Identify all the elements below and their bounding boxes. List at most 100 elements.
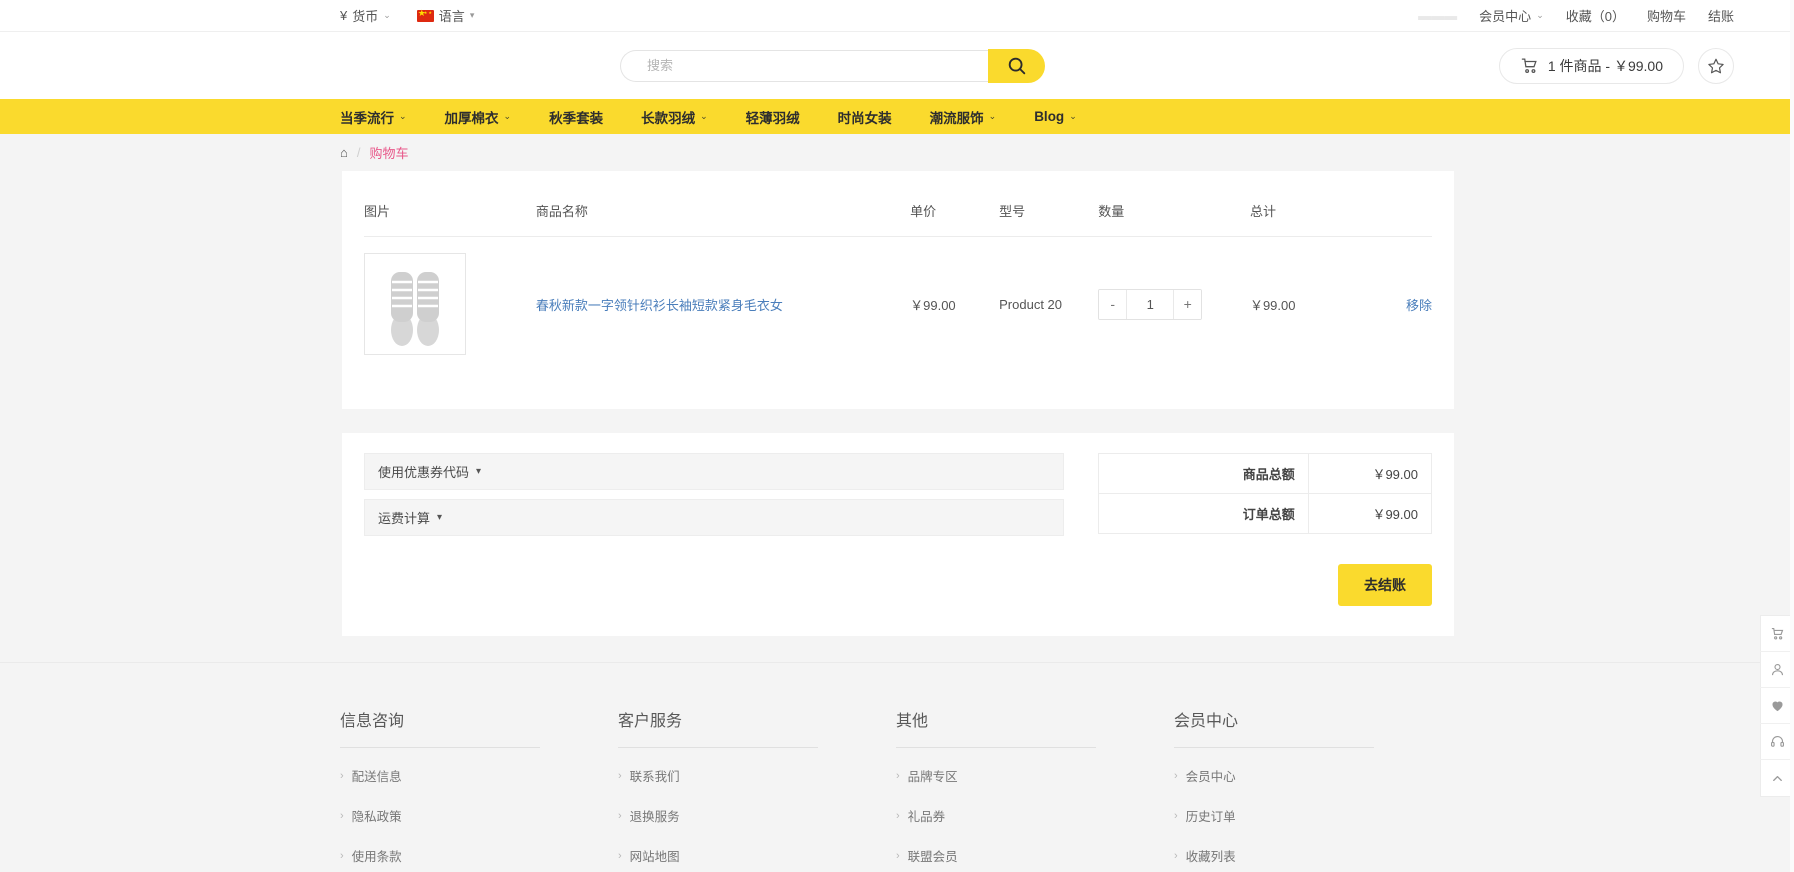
back-to-top-button[interactable] — [1760, 760, 1794, 796]
cart-summary-label: 1 件商品 - ￥99.00 — [1547, 57, 1663, 74]
wishlist-link[interactable]: 收藏（0） — [1566, 6, 1625, 25]
chevron-right-icon: › — [1174, 769, 1178, 782]
account-menu[interactable]: 会员中心 ⌄ — [1479, 6, 1544, 25]
chevron-right-icon: › — [340, 849, 344, 862]
quantity-increase-button[interactable]: + — [1173, 289, 1202, 319]
header-model: 型号 — [999, 193, 1099, 237]
checkout-link[interactable]: 结账 — [1708, 6, 1734, 25]
footer-link[interactable]: › 网站地图 — [618, 846, 896, 865]
footer-link[interactable]: › 退换服务 — [618, 806, 896, 825]
header-image: 图片 — [364, 193, 536, 237]
chevron-down-icon: ⌄ — [1536, 10, 1544, 20]
cart-link[interactable]: 购物车 — [1647, 6, 1686, 25]
subtotal-label: 商品总额 — [1098, 453, 1309, 494]
cart-icon — [1771, 627, 1783, 640]
nav-item-blog[interactable]: Blog ⌄ — [1034, 109, 1077, 124]
footer-link[interactable]: › 会员中心 — [1174, 766, 1452, 785]
footer-link-label: 联系我们 — [629, 770, 680, 784]
search-box[interactable] — [620, 49, 988, 82]
coupon-accordion[interactable]: 使用优惠券代码 ▾ — [364, 453, 1064, 490]
footer-link[interactable]: › 收藏列表 — [1174, 846, 1452, 865]
remove-item-button[interactable]: 移除 — [1406, 298, 1432, 313]
footer-link-label: 配送信息 — [351, 770, 402, 784]
product-name-link[interactable]: 春秋新款一字领针织衫长袖短款紧身毛衣女 — [536, 298, 783, 313]
nav-item-5[interactable]: 时尚女装 — [838, 107, 892, 127]
cart-link-label: 购物车 — [1646, 9, 1686, 24]
cart-summary-button[interactable]: 1 件商品 - ￥99.00 — [1498, 47, 1684, 84]
caret-down-icon: ▾ — [469, 10, 475, 20]
account-menu-label: 会员中心 — [1479, 9, 1532, 24]
currency-label: 货币 — [352, 9, 379, 24]
floating-account-button[interactable] — [1760, 652, 1794, 688]
footer-link[interactable]: › 使用条款 — [340, 846, 618, 865]
nav-item-label: 潮流服饰 — [929, 110, 984, 126]
header-total: 总计 — [1249, 193, 1362, 237]
header-qty: 数量 — [1098, 193, 1250, 237]
chevron-right-icon: › — [618, 809, 622, 822]
currency-selector[interactable]: ¥ 货币 ⌄ — [340, 6, 391, 25]
search-area — [620, 48, 1045, 83]
quantity-input[interactable] — [1127, 289, 1174, 319]
footer-link[interactable]: › 配送信息 — [340, 766, 618, 785]
search-button[interactable] — [988, 48, 1045, 83]
caret-down-icon: ▾ — [437, 512, 443, 523]
ordertotal-label: 订单总额 — [1098, 493, 1309, 534]
search-icon — [1008, 57, 1025, 74]
main-content: 图片 商品名称 单价 型号 数量 总计 春秋新款一字领针织衫长袖短款紧身毛衣女 … — [0, 171, 1794, 662]
nav-item-label: 秋季套装 — [549, 110, 604, 126]
product-thumbnail[interactable] — [364, 253, 466, 355]
footer-link[interactable]: › 礼品券 — [896, 806, 1174, 825]
footer-column-other: 其他 › 品牌专区 › 礼品券 › 联盟会员 › 特别优惠 — [896, 707, 1174, 872]
cart-summary-panel: 使用优惠券代码 ▾ 运费计算 ▾ 商品总额 ￥99.00 订单总额 ￥99.00… — [342, 433, 1454, 636]
nav-item-0[interactable]: 当季流行 ⌄ — [340, 107, 407, 127]
chevron-right-icon: › — [618, 849, 622, 862]
cn-flag-icon — [416, 7, 434, 22]
placeholder-text: ▬▬▬ — [1418, 8, 1458, 23]
nav-item-1[interactable]: 加厚棉衣 ⌄ — [445, 107, 512, 127]
chevron-down-icon: ⌄ — [399, 111, 407, 121]
subtotal-value: ￥99.00 — [1307, 453, 1433, 494]
cart-icon — [1521, 58, 1537, 74]
nav-item-2[interactable]: 秋季套装 — [549, 107, 603, 127]
footer-link[interactable]: › 品牌专区 — [896, 766, 1174, 785]
shipping-accordion[interactable]: 运费计算 ▾ — [364, 499, 1064, 536]
chevron-down-icon: ⌄ — [383, 10, 391, 20]
footer-link[interactable]: › 历史订单 — [1174, 806, 1452, 825]
floating-cart-button[interactable] — [1760, 616, 1794, 652]
cell-price: ￥99.00 — [910, 297, 956, 313]
quantity-decrease-button[interactable]: - — [1099, 289, 1128, 319]
footer-link-label: 退换服务 — [629, 810, 680, 824]
home-icon[interactable]: ⌂ — [340, 145, 348, 160]
nav-item-label: 长款羽绒 — [641, 110, 696, 126]
shipping-accordion-label: 运费计算 — [378, 511, 431, 526]
footer-link-label: 收藏列表 — [1185, 850, 1236, 864]
nav-item-3[interactable]: 长款羽绒 ⌄ — [641, 107, 708, 127]
wishlist-button[interactable] — [1698, 47, 1734, 84]
footer-column-title: 会员中心 — [1174, 707, 1374, 748]
cell-image — [364, 237, 536, 372]
header-price: 单价 — [910, 193, 1000, 237]
cell-total: ￥99.00 — [1249, 297, 1296, 313]
nav-item-label: 时尚女装 — [837, 110, 892, 126]
nav-item-6[interactable]: 潮流服饰 ⌄ — [930, 107, 997, 127]
breadcrumb-current[interactable]: 购物车 — [369, 143, 408, 162]
cart-panel: 图片 商品名称 单价 型号 数量 总计 春秋新款一字领针织衫长袖短款紧身毛衣女 … — [342, 171, 1454, 409]
totals-area: 商品总额 ￥99.00 订单总额 ￥99.00 去结账 — [1098, 453, 1433, 606]
floating-support-button[interactable] — [1760, 724, 1794, 760]
nav-item-4[interactable]: 轻薄羽绒 — [746, 107, 800, 127]
scrollbar[interactable] — [1790, 0, 1794, 872]
footer-link[interactable]: › 隐私政策 — [340, 806, 618, 825]
checkout-button[interactable]: 去结账 — [1338, 564, 1432, 606]
chevron-right-icon: › — [340, 769, 344, 782]
floating-wishlist-button[interactable] — [1760, 688, 1794, 724]
page-root: ¥ 货币 ⌄ 语言 ▾ ▬▬▬ 会员中心 ⌄ 收藏（0） 购物车 — [0, 0, 1794, 872]
footer-link[interactable]: › 联系我们 — [618, 766, 896, 785]
language-selector[interactable]: 语言 ▾ — [416, 6, 475, 25]
search-input[interactable] — [647, 58, 988, 73]
quantity-stepper[interactable]: - + — [1098, 288, 1203, 320]
caret-down-icon: ▾ — [476, 466, 482, 477]
site-footer: 信息咨询 › 配送信息 › 隐私政策 › 使用条款 客户服务 › 联系我们 › — [0, 662, 1794, 872]
footer-link-label: 会员中心 — [1185, 770, 1236, 784]
footer-link[interactable]: › 联盟会员 — [896, 846, 1174, 865]
chevron-right-icon: › — [340, 809, 344, 822]
